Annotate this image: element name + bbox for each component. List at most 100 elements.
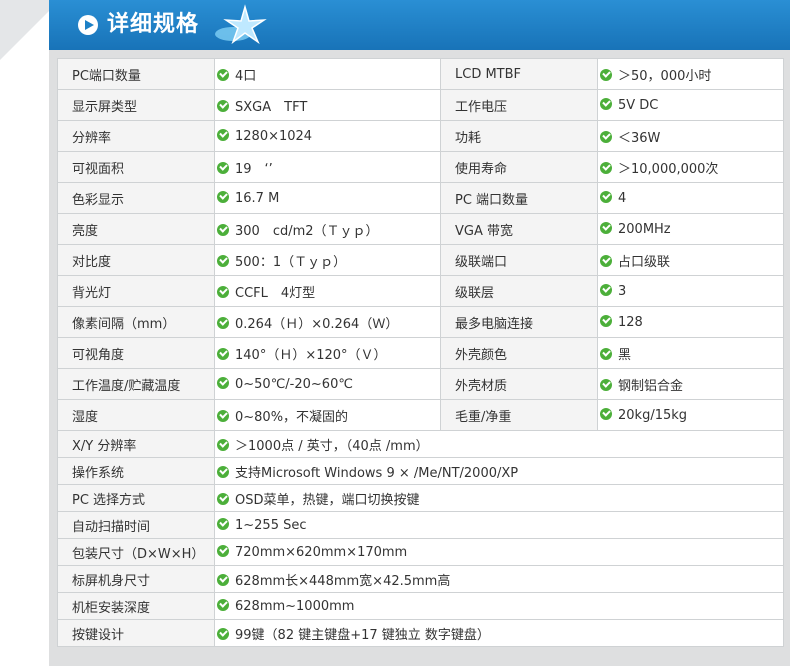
check-icon bbox=[600, 221, 612, 234]
spec-value: 19 ‘’ bbox=[235, 161, 273, 177]
spec-table: PC端口数量 4口 LCD MTBF ＞50，000小时 显示屏类型 SXGA TFT 工作… bbox=[57, 58, 784, 431]
spec-value-cell: 黑 bbox=[597, 337, 784, 369]
check-icon bbox=[217, 223, 229, 236]
spec-label: 使用寿命 bbox=[440, 151, 598, 183]
check-icon bbox=[217, 438, 229, 451]
spec-value: 628mm长×448mm宽×42.5mm高 bbox=[235, 573, 451, 589]
spec-row: 分辨率 1280×1024 功耗 ＜36W bbox=[57, 120, 784, 152]
spec-value-cell: 占口级联 bbox=[597, 244, 784, 276]
spec-value: 0~80%，不凝固的 bbox=[235, 409, 349, 425]
spec-row: 工作温度/贮藏温度 0~50℃/-20~60℃ 外壳材质 钢制铝合金 bbox=[57, 368, 784, 400]
spec-label: 外壳颜色 bbox=[440, 337, 598, 369]
spec-label: 工作电压 bbox=[440, 89, 598, 121]
spec-value-cell: OSD菜单，热键，端口切换按键 bbox=[214, 484, 784, 512]
spec-label: 亮度 bbox=[57, 213, 215, 245]
spec-value: 300 cd/m2（Ｔｙｐ） bbox=[235, 223, 379, 239]
spec-table-wide: X/Y 分辨率 ＞1000点 / 英寸，（40点 /mm） 操作系统 支持Micros… bbox=[57, 430, 784, 647]
check-icon bbox=[600, 407, 612, 420]
check-icon bbox=[217, 128, 229, 141]
spec-value-cell: 200MHz bbox=[597, 213, 784, 245]
spec-value-cell: 720mm×620mm×170mm bbox=[214, 538, 784, 566]
spec-label: 功耗 bbox=[440, 120, 598, 152]
spec-value: OSD菜单，热键，端口切换按键 bbox=[235, 492, 420, 508]
spec-value: 钢制铝合金 bbox=[618, 378, 684, 394]
spec-value: 128 bbox=[618, 314, 643, 330]
check-icon bbox=[217, 285, 229, 298]
section-header: 详细规格 bbox=[49, 0, 790, 50]
spec-row: 可视角度 140°（Ｈ）×120°（Ｖ） 外壳颜色 黑 bbox=[57, 337, 784, 369]
check-icon bbox=[217, 254, 229, 267]
spec-label: LCD MTBF bbox=[440, 58, 598, 90]
spec-label: 工作温度/贮藏温度 bbox=[57, 368, 215, 400]
spec-value: ＞50，000小时 bbox=[618, 68, 712, 84]
spec-row-wide: 机柜安装深度 628mm~1000mm bbox=[57, 592, 784, 620]
spec-value: CCFL 4灯型 bbox=[235, 285, 316, 301]
spec-label: 背光灯 bbox=[57, 275, 215, 307]
spec-value-cell: 128 bbox=[597, 306, 784, 338]
spec-value-cell: 628mm~1000mm bbox=[214, 592, 784, 620]
check-icon bbox=[217, 376, 229, 389]
spec-row-wide: 操作系统 支持Microsoft Windows 9 × /Me/NT/2000/… bbox=[57, 457, 784, 485]
spec-value: 3 bbox=[618, 283, 627, 299]
spec-value: SXGA TFT bbox=[235, 99, 308, 115]
spec-value-cell: SXGA TFT bbox=[214, 89, 441, 121]
check-icon bbox=[217, 598, 229, 611]
spec-label: 级联端口 bbox=[440, 244, 598, 276]
spec-label: 最多电脑连接 bbox=[440, 306, 598, 338]
check-icon bbox=[600, 68, 612, 81]
play-icon bbox=[78, 15, 98, 35]
spec-row: 可视面积 19 ‘’ 使用寿命 ＞10,000,000次 bbox=[57, 151, 784, 183]
check-icon bbox=[600, 97, 612, 110]
spec-value: 4口 bbox=[235, 68, 257, 84]
spec-value: 628mm~1000mm bbox=[235, 598, 355, 614]
spec-value-cell: 99键（82 键主键盘+17 键独立 数字键盘） bbox=[214, 619, 784, 647]
spec-row-wide: PC 选择方式 OSD菜单，热键，端口切换按键 bbox=[57, 484, 784, 512]
spec-row: PC端口数量 4口 LCD MTBF ＞50，000小时 bbox=[57, 58, 784, 90]
check-icon bbox=[217, 492, 229, 505]
spec-row: 像素间隔（mm） 0.264（Ｈ）×0.264（Ｗ） 最多电脑连接 128 bbox=[57, 306, 784, 338]
spec-label: 可视面积 bbox=[57, 151, 215, 183]
starfish-icon bbox=[215, 4, 267, 45]
spec-value: ＞10,000,000次 bbox=[618, 161, 719, 177]
check-icon bbox=[217, 347, 229, 360]
spec-row: 背光灯 CCFL 4灯型 级联层 3 bbox=[57, 275, 784, 307]
spec-value-cell: 钢制铝合金 bbox=[597, 368, 784, 400]
spec-label: 自动扫描时间 bbox=[57, 511, 215, 539]
check-icon bbox=[600, 283, 612, 296]
spec-row-wide: X/Y 分辨率 ＞1000点 / 英寸，（40点 /mm） bbox=[57, 430, 784, 458]
spec-label: 对比度 bbox=[57, 244, 215, 276]
spec-value-cell: ＞10,000,000次 bbox=[597, 151, 784, 183]
spec-row: 亮度 300 cd/m2（Ｔｙｐ） VGA 带宽 200MHz bbox=[57, 213, 784, 245]
spec-value-cell: 16.7 M bbox=[214, 182, 441, 214]
spec-value: 140°（Ｈ）×120°（Ｖ） bbox=[235, 347, 387, 363]
spec-label: X/Y 分辨率 bbox=[57, 430, 215, 458]
spec-label: 湿度 bbox=[57, 399, 215, 431]
check-icon bbox=[217, 161, 229, 174]
spec-value-cell: 1280×1024 bbox=[214, 120, 441, 152]
spec-label: 操作系统 bbox=[57, 457, 215, 485]
spec-value: 黑 bbox=[618, 347, 632, 363]
spec-value-cell: 140°（Ｈ）×120°（Ｖ） bbox=[214, 337, 441, 369]
check-icon bbox=[217, 316, 229, 329]
check-icon bbox=[217, 627, 229, 640]
spec-value-cell: 500：1（Ｔｙｐ） bbox=[214, 244, 441, 276]
check-icon bbox=[600, 254, 612, 267]
spec-value: 4 bbox=[618, 190, 627, 206]
spec-label: 色彩显示 bbox=[57, 182, 215, 214]
spec-label: 像素间隔（mm） bbox=[57, 306, 215, 338]
spec-value: 1280×1024 bbox=[235, 128, 313, 144]
spec-label: PC 端口数量 bbox=[440, 182, 598, 214]
spec-value: 1~255 Sec bbox=[235, 517, 307, 533]
check-icon bbox=[217, 573, 229, 586]
spec-value-cell: 支持Microsoft Windows 9 × /Me/NT/2000/XP bbox=[214, 457, 784, 485]
spec-label: 包装尺寸（D×W×H） bbox=[57, 538, 215, 566]
spec-label: 级联层 bbox=[440, 275, 598, 307]
spec-value: 720mm×620mm×170mm bbox=[235, 544, 408, 560]
spec-label: 外壳材质 bbox=[440, 368, 598, 400]
check-icon bbox=[600, 161, 612, 174]
spec-value: 占口级联 bbox=[618, 254, 671, 270]
spec-value: 0.264（Ｈ）×0.264（Ｗ） bbox=[235, 316, 399, 332]
spec-value-cell: ＞50，000小时 bbox=[597, 58, 784, 90]
check-icon bbox=[600, 130, 612, 143]
spec-row-wide: 自动扫描时间 1~255 Sec bbox=[57, 511, 784, 539]
